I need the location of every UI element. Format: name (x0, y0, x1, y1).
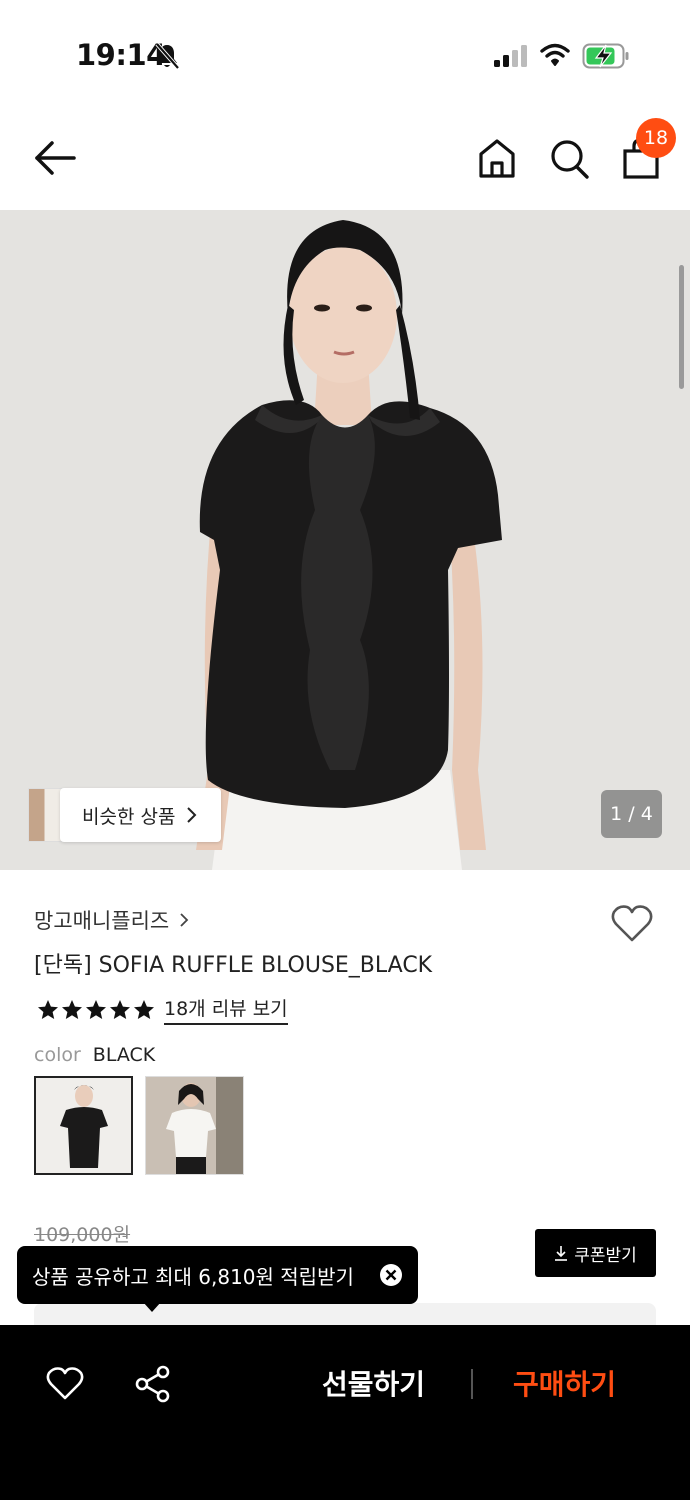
white-blouse-swatch[interactable] (145, 1076, 244, 1175)
coupon-label: 쿠폰받기 (574, 1245, 637, 1266)
tooltip-arrow (143, 1302, 161, 1312)
star-icon (134, 999, 154, 1019)
bottom-action-bar: 선물하기 구매하기 (0, 1325, 690, 1500)
similar-products-label: 비슷한 상품 (82, 805, 176, 828)
review-link[interactable]: 18개 리뷰 보기 (164, 994, 288, 1025)
back-arrow-icon[interactable] (32, 138, 78, 178)
gift-button[interactable]: 선물하기 (322, 1363, 425, 1403)
black-blouse-swatch[interactable] (34, 1076, 133, 1175)
rating-row: 18개 리뷰 보기 (36, 994, 288, 1025)
tooltip-text: 상품 공유하고 최대 6,810원 적립받기 (32, 1264, 354, 1289)
top-nav: 18 (0, 110, 690, 210)
image-page-counter: 1 / 4 (601, 790, 662, 838)
product-title: [단독] SOFIA RUFFLE BLOUSE_BLACK (34, 953, 433, 978)
chevron-right-icon (187, 807, 197, 823)
wifi-icon (540, 43, 570, 66)
product-photo (0, 210, 690, 870)
cart-count-badge: 18 (636, 118, 676, 158)
color-swatches (34, 1076, 244, 1175)
scrollbar[interactable] (679, 265, 684, 389)
similar-products-button[interactable]: 비슷한 상품 (60, 788, 222, 842)
bell-off-icon (155, 42, 180, 70)
original-price: 109,000원 (34, 1224, 131, 1246)
home-icon[interactable] (476, 136, 518, 180)
status-time: 19:14 (76, 38, 166, 72)
color-row: color BLACK (34, 1044, 155, 1066)
color-label: color (34, 1044, 81, 1066)
star-icon (62, 999, 82, 1019)
coupon-button[interactable]: 쿠폰받기 (535, 1229, 656, 1277)
buy-button[interactable]: 구매하기 (513, 1363, 616, 1403)
similar-product-thumbnail (28, 788, 64, 842)
battery-charging-icon (582, 43, 629, 69)
status-bar: 19:14 (0, 0, 690, 110)
share-reward-tooltip: 상품 공유하고 최대 6,810원 적립받기 (17, 1246, 418, 1304)
divider (471, 1369, 473, 1399)
brand-name: 망고매니플리즈 (34, 909, 170, 933)
star-icon (38, 999, 58, 1019)
star-rating (36, 998, 156, 1022)
cellular-signal-icon (494, 45, 527, 67)
star-icon (110, 999, 130, 1019)
brand-link[interactable]: 망고매니플리즈 (34, 905, 189, 935)
star-icon (86, 999, 106, 1019)
product-image-gallery[interactable]: 비슷한 상품 1 / 4 (0, 210, 690, 870)
similar-products[interactable]: 비슷한 상품 (28, 788, 222, 842)
heart-icon[interactable] (610, 904, 654, 944)
search-icon[interactable] (548, 136, 590, 180)
chevron-right-icon (180, 913, 189, 927)
close-icon[interactable] (379, 1263, 403, 1287)
share-icon[interactable] (134, 1365, 172, 1403)
heart-icon[interactable] (46, 1367, 84, 1401)
download-icon (555, 1246, 568, 1261)
color-value: BLACK (92, 1044, 156, 1066)
